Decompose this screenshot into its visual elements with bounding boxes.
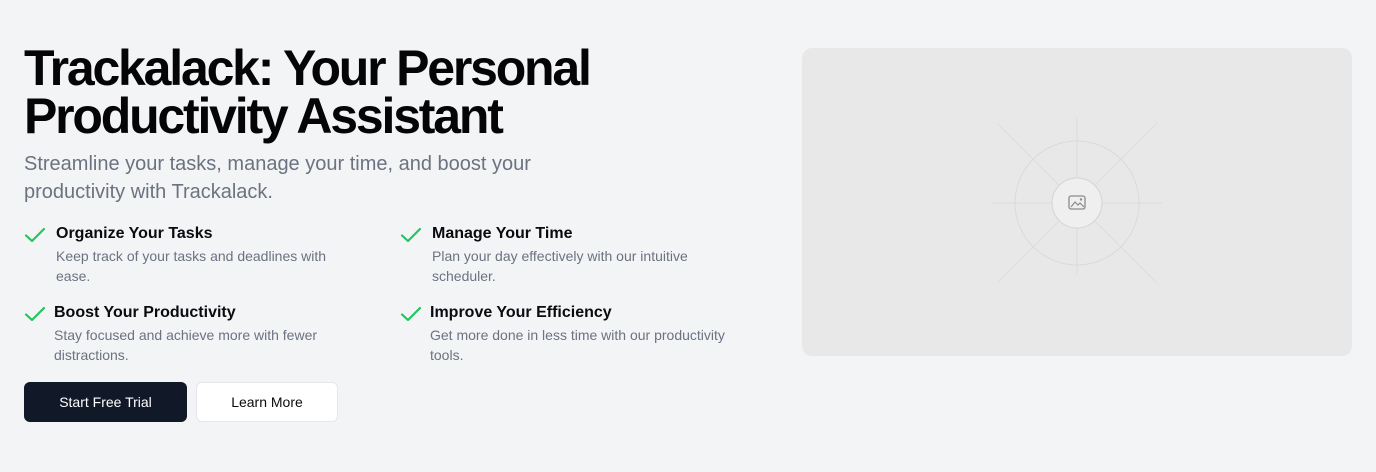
feature-list: Organize Your Tasks Keep track of your t… — [24, 224, 784, 365]
hero-image-placeholder — [802, 48, 1352, 356]
feature-title: Manage Your Time — [432, 225, 573, 242]
feature-item-manage-time: Manage Your Time Plan your day effective… — [400, 224, 772, 286]
feature-title: Boost Your Productivity — [54, 304, 236, 321]
feature-description: Stay focused and achieve more with fewer… — [54, 327, 318, 363]
image-placeholder-graphic — [992, 118, 1162, 284]
hero-section: Trackalack: Your Personal Productivity A… — [0, 0, 1376, 472]
feature-item-organize-tasks: Organize Your Tasks Keep track of your t… — [24, 224, 396, 286]
check-icon — [400, 305, 424, 325]
learn-more-button[interactable]: Learn More — [196, 382, 338, 422]
check-icon — [24, 305, 48, 325]
feature-description: Plan your day effectively with our intui… — [432, 248, 688, 284]
start-free-trial-button[interactable]: Start Free Trial — [24, 382, 187, 422]
hero-subtitle: Streamline your tasks, manage your time,… — [24, 153, 531, 203]
feature-title: Organize Your Tasks — [56, 225, 213, 242]
check-icon — [400, 226, 424, 246]
feature-description: Get more done in less time with our prod… — [430, 327, 725, 363]
feature-description: Keep track of your tasks and deadlines w… — [56, 248, 327, 284]
hero-title: Trackalack: Your Personal Productivity A… — [24, 40, 592, 144]
hero-content: Trackalack: Your Personal Productivity A… — [24, 40, 784, 422]
feature-item-improve-efficiency: Improve Your Efficiency Get more done in… — [400, 303, 772, 365]
check-icon — [24, 226, 48, 246]
feature-item-boost-productivity: Boost Your Productivity Stay focused and… — [24, 303, 396, 365]
feature-title: Improve Your Efficiency — [430, 304, 612, 321]
hero-actions: Start Free Trial Learn More — [24, 382, 784, 422]
